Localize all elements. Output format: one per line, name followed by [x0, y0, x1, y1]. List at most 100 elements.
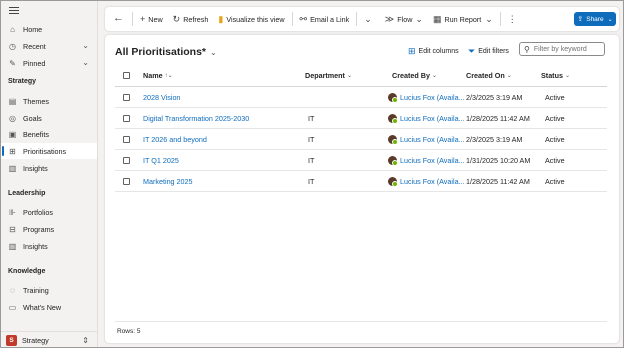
row-checkbox[interactable]	[123, 171, 130, 191]
sidebar-item-label: Portfolios	[23, 207, 53, 217]
email-link-button[interactable]: ⚯ Email a Link	[295, 7, 355, 31]
grid-header: Name ↑⌄ Department ⌄ Created By ⌄ Create…	[115, 65, 607, 87]
sidebar-item-whats-new[interactable]: ▭ What's New	[1, 299, 97, 315]
sidebar-item-label: What's New	[23, 302, 62, 312]
divider	[132, 12, 133, 26]
created-on-cell: 1/31/2025 10:20 AM	[466, 155, 531, 165]
chevron-down-icon[interactable]: ⌄	[82, 58, 89, 67]
column-header-created-on[interactable]: Created On ⌄	[466, 65, 512, 86]
row-checkbox[interactable]	[123, 87, 130, 107]
column-header-label: Created By	[392, 71, 430, 80]
created-by-cell[interactable]: Lucius Fox (Availa...	[388, 171, 465, 191]
refresh-icon: ↻	[172, 13, 181, 24]
record-name-link[interactable]: 2028 Vision	[143, 87, 180, 107]
created-by-link[interactable]: Lucius Fox (Availa...	[400, 93, 465, 102]
record-name-link[interactable]: Digital Transformation 2025-2030	[143, 108, 249, 128]
sidebar-item-recent[interactable]: ◷ Recent ⌄	[1, 38, 97, 54]
report-icon: ▦	[432, 13, 442, 24]
link-icon: ⚯	[299, 13, 308, 24]
sidebar-item-prioritisations[interactable]: ⊞ Prioritisations	[1, 143, 97, 159]
table-row[interactable]: IT 2026 and beyond IT Lucius Fox (Availa…	[115, 129, 607, 150]
share-label: Share	[586, 15, 604, 23]
new-button[interactable]: + New	[135, 7, 168, 31]
sidebar-item-training[interactable]: ◌ Training	[1, 282, 97, 298]
divider	[356, 12, 358, 26]
created-by-cell[interactable]: Lucius Fox (Availa...	[388, 87, 465, 107]
flow-button[interactable]: ≫ Flow ⌄	[380, 7, 428, 31]
sidebar-item-goals[interactable]: ◎ Goals	[1, 110, 97, 126]
status-cell: Active	[545, 134, 565, 144]
more-commands-button[interactable]: ⋮	[503, 7, 525, 31]
sidebar-item-insights-leadership[interactable]: ▥ Insights	[1, 238, 97, 254]
avatar	[388, 134, 398, 145]
sidebar-item-label: Home	[23, 24, 43, 34]
app-window: ⌂ Home ◷ Recent ⌄ ✎ Pinned ⌄ Strategy ▤ …	[0, 0, 624, 348]
record-name-link[interactable]: Marketing 2025	[143, 171, 193, 191]
table-row[interactable]: IT Q1 2025 IT Lucius Fox (Availa... 1/31…	[115, 150, 607, 171]
view-title: All Prioritisations*	[115, 46, 207, 58]
record-name-link[interactable]: IT 2026 and beyond	[143, 129, 207, 149]
sidebar-item-label: Programs	[23, 224, 55, 234]
chevron-down-icon[interactable]: ⌄	[82, 41, 89, 50]
row-checkbox[interactable]	[123, 129, 130, 149]
sidebar-item-label: Recent	[23, 41, 46, 51]
sidebar-item-home[interactable]: ⌂ Home	[1, 21, 97, 37]
created-by-cell[interactable]: Lucius Fox (Availa...	[388, 150, 465, 170]
row-checkbox[interactable]	[123, 108, 130, 128]
layers-icon: ▤	[8, 96, 17, 106]
visualize-view-button[interactable]: ▮ Visualize this view	[213, 7, 289, 31]
area-switcher[interactable]: S Strategy ⇕	[1, 331, 97, 347]
edit-filters-button[interactable]: ⏷ Edit filters	[468, 46, 509, 57]
section-title-knowledge: Knowledge	[8, 268, 46, 275]
sidebar-item-label: Pinned	[23, 58, 46, 68]
sort-ascending-icon: ↑⌄	[164, 73, 173, 79]
chevron-down-icon: ⌄	[506, 73, 512, 79]
hamburger-menu-icon[interactable]	[9, 7, 19, 15]
sidebar-item-programs[interactable]: ⊟ Programs	[1, 221, 97, 237]
status-cell: Active	[545, 155, 565, 165]
edit-columns-button[interactable]: ⊞ Edit columns	[408, 46, 459, 57]
created-by-cell[interactable]: Lucius Fox (Availa...	[388, 108, 465, 128]
sidebar-item-pinned[interactable]: ✎ Pinned ⌄	[1, 55, 97, 71]
sidebar-item-label: Goals	[23, 113, 42, 123]
records-grid: Name ↑⌄ Department ⌄ Created By ⌄ Create…	[115, 65, 607, 192]
created-by-link[interactable]: Lucius Fox (Availa...	[400, 114, 465, 123]
portfolio-icon: ⊪	[9, 207, 16, 217]
created-by-link[interactable]: Lucius Fox (Availa...	[400, 135, 465, 144]
flow-label: Flow	[397, 14, 413, 24]
status-cell: Active	[545, 113, 565, 123]
refresh-button[interactable]: ↻ Refresh	[168, 7, 214, 31]
created-on-cell: 2/3/2025 3:19 AM	[466, 92, 523, 102]
created-by-link[interactable]: Lucius Fox (Availa...	[400, 177, 465, 186]
column-header-created-by[interactable]: Created By ⌄	[392, 65, 437, 86]
sidebar-item-insights[interactable]: ▥ Insights	[1, 160, 97, 176]
status-cell: Active	[545, 176, 565, 186]
view-selector[interactable]: All Prioritisations* ⌄	[115, 46, 217, 58]
view-panel: All Prioritisations* ⌄ ⊞ Edit columns ⏷ …	[105, 35, 619, 343]
column-header-status[interactable]: Status ⌄	[541, 65, 570, 86]
record-name-link[interactable]: IT Q1 2025	[143, 150, 179, 170]
table-row[interactable]: 2028 Vision Lucius Fox (Availa... 2/3/20…	[115, 87, 607, 108]
sidebar-item-themes[interactable]: ▤ Themes	[1, 93, 97, 109]
back-arrow-icon[interactable]: ←	[113, 12, 124, 24]
column-header-department[interactable]: Department ⌄	[305, 65, 352, 86]
run-report-button[interactable]: ▦ Run Report ⌄	[428, 7, 498, 31]
sidebar-item-label: Benefits	[23, 129, 49, 139]
table-row[interactable]: Digital Transformation 2025-2030 IT Luci…	[115, 108, 607, 129]
share-button[interactable]: ⇪ Share ⌄	[574, 12, 616, 26]
table-row[interactable]: Marketing 2025 IT Lucius Fox (Availa... …	[115, 171, 607, 192]
sidebar-item-benefits[interactable]: ▣ Benefits	[1, 126, 97, 142]
department-cell: IT	[308, 134, 315, 144]
area-label: Strategy	[22, 336, 49, 345]
sidebar-item-portfolios[interactable]: ⊪ Portfolios	[1, 204, 97, 220]
created-by-cell[interactable]: Lucius Fox (Availa...	[388, 129, 465, 149]
row-checkbox[interactable]	[123, 150, 130, 170]
chart-icon: ▥	[8, 163, 17, 173]
column-header-name[interactable]: Name ↑⌄	[143, 65, 173, 86]
created-by-link[interactable]: Lucius Fox (Availa...	[400, 156, 465, 165]
select-all-checkbox[interactable]	[123, 65, 130, 86]
search-input[interactable]: ⚲ Filter by keyword	[519, 42, 605, 56]
email-link-dropdown[interactable]: ⌄	[359, 7, 380, 31]
created-on-cell: 1/28/2025 11:42 AM	[466, 176, 530, 186]
chevron-down-icon: ⌄	[364, 13, 372, 24]
